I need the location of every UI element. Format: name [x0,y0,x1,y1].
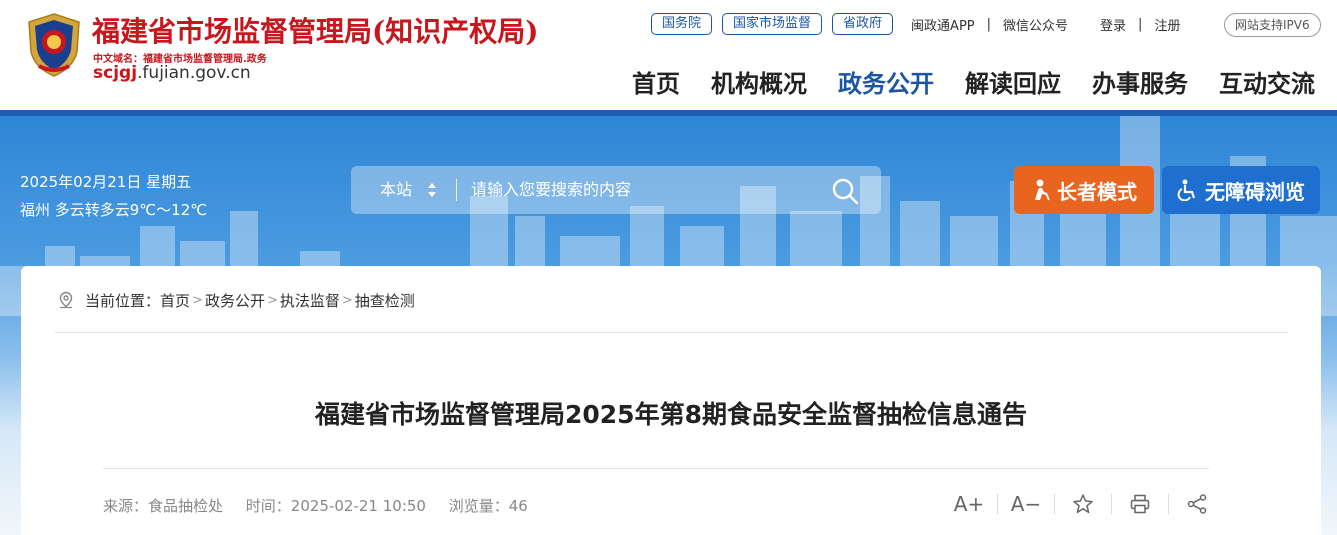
print-button[interactable] [1126,490,1154,518]
link-wechat[interactable]: 微信公众号 [1003,15,1068,34]
search-icon[interactable] [831,177,859,205]
top-links: 国务院 国家市场监督 省政府 闽政通APP | 微信公众号 登录 | 注册 [651,13,1180,35]
breadcrumb-gov-affairs[interactable]: 政务公开 [205,290,265,311]
content-card: 当前位置： 首页 > 政务公开 > 执法监督 > 抽查检测 福建省市场监督管理局… [21,266,1321,535]
wheelchair-icon [1177,179,1196,201]
tool-separator [1054,494,1055,514]
breadcrumb-inspection[interactable]: 抽查检测 [355,290,415,311]
register-link[interactable]: 注册 [1154,15,1180,34]
font-decrease-button[interactable]: A− [1010,490,1042,518]
search-scope-select[interactable]: 本站 [380,166,412,214]
nav-services[interactable]: 办事服务 [1092,64,1188,99]
search-input[interactable]: 请输入您要搜索的内容 [471,166,631,214]
nav-interpretation[interactable]: 解读回应 [965,64,1061,99]
article-title: 福建省市场监督管理局2025年第8期食品安全监督抽检信息通告 [315,400,1027,429]
article-source: 来源：食品抽检处 [103,497,224,515]
share-icon [1187,494,1207,514]
link-samr[interactable]: 国家市场监督 [722,13,823,35]
login-link[interactable]: 登录 [1100,15,1126,34]
weather-info: 福州 多云转多云9℃～12℃ [20,201,208,219]
elder-mode-button[interactable]: 长者模式 [1014,166,1154,214]
elder-person-icon [1035,179,1050,201]
link-app[interactable]: 闽政通APP [911,15,975,34]
font-decrease-label: A− [1010,492,1042,516]
location-pin-icon [59,291,73,309]
police-emblem-logo[interactable] [25,12,83,78]
tool-separator [1111,494,1112,514]
favorite-button[interactable] [1069,490,1097,518]
nav-organization[interactable]: 机构概况 [711,64,807,99]
search-divider [456,179,457,201]
date-weather: 2025年02月21日 星期五 福州 多云转多云9℃～12℃ [20,168,207,224]
article-time: 时间：2025-02-21 10:50 [245,497,426,515]
domain-prefix: scjgj [93,63,138,83]
ipv6-badge: 网站支持IPV6 [1224,13,1321,37]
search-bar: 本站 请输入您要搜索的内容 [351,166,881,214]
breadcrumb-home[interactable]: 首页 [160,290,190,311]
elder-mode-label: 长者模式 [1057,179,1137,204]
current-date: 2025年02月21日 星期五 [20,173,192,191]
tool-separator [997,494,998,514]
site-header: 福建省市场监督管理局(知识产权局) 中文域名：福建省市场监督管理局.政务 scj… [0,0,1337,110]
font-increase-label: A+ [953,492,985,516]
breadcrumb-divider [54,332,1288,333]
sort-arrows-icon[interactable] [426,181,438,199]
main-nav: 首页 机构概况 政务公开 解读回应 办事服务 互动交流 [632,64,1315,99]
breadcrumb: 当前位置： 首页 > 政务公开 > 执法监督 > 抽查检测 [57,290,415,310]
article-views: 浏览量：46 [448,497,528,515]
article-tools: A+ A− [953,490,1211,518]
separator: | [986,16,992,32]
breadcrumb-prefix: 当前位置： [85,291,161,310]
nav-home[interactable]: 首页 [632,64,680,99]
share-button[interactable] [1183,490,1211,518]
link-province-gov[interactable]: 省政府 [832,13,894,35]
english-domain: scjgj.fujian.gov.cn [93,63,251,83]
title-divider [103,468,1209,469]
domain-suffix: .fujian.gov.cn [137,63,251,83]
accessibility-label: 无障碍浏览 [1205,179,1305,204]
nav-interaction[interactable]: 互动交流 [1219,64,1315,99]
font-increase-button[interactable]: A+ [953,490,985,518]
tool-separator [1168,494,1169,514]
accessibility-button[interactable]: 无障碍浏览 [1162,166,1320,214]
article-meta: 来源：食品抽检处 时间：2025-02-21 10:50 浏览量：46 [103,495,546,516]
separator: | [1138,16,1143,32]
breadcrumb-separator: > [341,292,353,308]
site-title[interactable]: 福建省市场监督管理局(知识产权局) [92,10,539,50]
nav-gov-affairs[interactable]: 政务公开 [838,64,934,99]
link-state-council[interactable]: 国务院 [651,13,713,35]
star-icon [1073,494,1093,514]
printer-icon [1130,494,1150,514]
breadcrumb-enforcement[interactable]: 执法监督 [280,290,340,311]
breadcrumb-separator: > [266,292,278,308]
breadcrumb-separator: > [192,292,203,308]
